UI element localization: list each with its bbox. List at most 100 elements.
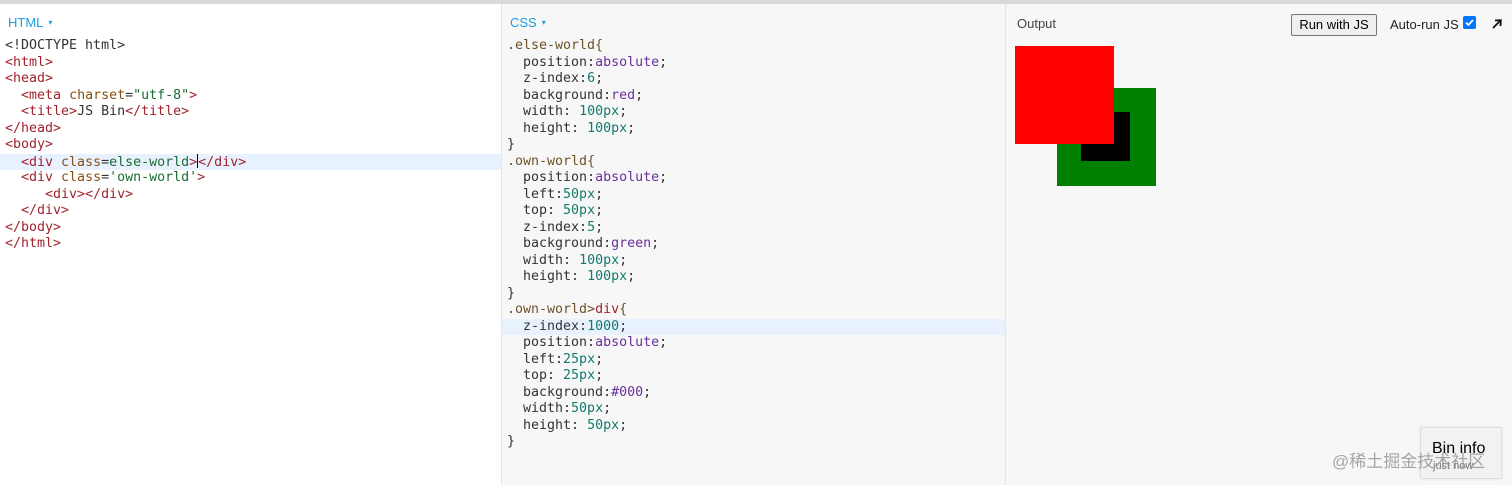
code-token: ; — [595, 203, 604, 218]
code-token: ; — [619, 318, 628, 334]
html-code-line[interactable]: </body> — [0, 220, 501, 237]
html-code-line[interactable]: <head> — [0, 71, 501, 88]
css-pane[interactable]: CSS ▾ .else-world{ position:absolute; z-i… — [502, 4, 1006, 485]
css-pane-label: CSS — [510, 15, 537, 30]
html-code-line[interactable]: <body> — [0, 137, 501, 154]
code-token: green — [611, 236, 652, 251]
code-token: ; — [595, 71, 604, 86]
css-code-line[interactable]: width: 100px; — [502, 104, 1005, 121]
code-token: ; — [635, 87, 644, 103]
css-code-line[interactable]: height: 100px; — [502, 121, 1005, 138]
code-token: charset — [69, 87, 126, 103]
css-code-editor[interactable]: .else-world{ position:absolute; z-index:… — [502, 38, 1005, 451]
html-code-line[interactable]: </div> — [0, 203, 501, 220]
checkmark-icon — [1465, 19, 1474, 27]
code-token: absolute — [595, 170, 660, 185]
code-token: } — [507, 285, 516, 301]
code-token: 50px — [563, 186, 596, 202]
css-code-line[interactable]: .own-world{ — [502, 154, 1005, 171]
run-with-js-button[interactable]: Run with JS — [1291, 14, 1377, 36]
html-code-line[interactable]: </html> — [0, 236, 501, 253]
code-token: ; — [659, 170, 668, 185]
code-token: ; — [619, 252, 628, 268]
code-token: ; — [595, 186, 604, 202]
html-code-line[interactable]: <div class='own-world'> — [0, 170, 501, 187]
code-token: </body> — [5, 219, 62, 235]
code-token: background: — [507, 87, 612, 103]
html-code-line[interactable]: <html> — [0, 55, 501, 72]
html-code-line[interactable]: </head> — [0, 121, 501, 138]
css-code-line[interactable]: z-index:5; — [502, 220, 1005, 237]
code-token: 50px — [587, 417, 620, 433]
code-token: background: — [507, 236, 612, 251]
code-token: div — [595, 302, 620, 317]
html-code-line[interactable]: <!DOCTYPE html> — [0, 38, 501, 55]
html-code-line[interactable]: <meta charset="utf-8"> — [0, 88, 501, 105]
code-token: 1000 — [587, 318, 620, 334]
css-code-line[interactable]: height: 50px; — [502, 418, 1005, 435]
watermark: @稀土掘金技术社区 — [1332, 452, 1486, 471]
code-token: position: — [507, 335, 596, 350]
code-token: ; — [603, 401, 612, 416]
css-code-line[interactable]: } — [502, 434, 1005, 451]
css-code-line[interactable]: width: 100px; — [502, 253, 1005, 270]
code-token: class — [61, 154, 102, 170]
code-token: </html> — [5, 236, 62, 251]
code-token: ; — [619, 417, 628, 433]
css-code-line[interactable]: position:absolute; — [502, 170, 1005, 187]
css-code-line[interactable]: background:red; — [502, 88, 1005, 105]
css-code-line[interactable]: top: 50px; — [502, 203, 1005, 220]
code-token: 'own-world' — [109, 170, 198, 185]
code-token: 100px — [579, 104, 620, 119]
code-token: #000 — [611, 384, 644, 400]
code-token: width: — [507, 252, 580, 268]
code-token: ; — [595, 351, 604, 367]
css-code-line[interactable]: top: 25px; — [502, 368, 1005, 385]
code-token: <div></div> — [45, 186, 134, 202]
code-token: > — [189, 154, 198, 170]
else-world-box — [1015, 46, 1114, 144]
css-code-line[interactable]: background:#000; — [502, 385, 1005, 402]
code-token: <head> — [5, 71, 54, 86]
arrow-up-right-icon[interactable] — [1491, 17, 1503, 35]
html-code-line[interactable]: <div class=else-world></div> — [0, 153, 501, 170]
code-token: left: — [507, 351, 564, 367]
css-pane-title[interactable]: CSS ▾ — [510, 15, 546, 30]
code-token: <html> — [5, 54, 54, 70]
css-code-line[interactable]: .own-world>div{ — [502, 302, 1005, 319]
css-code-line[interactable]: background:green; — [502, 236, 1005, 253]
css-code-line[interactable]: left:25px; — [502, 352, 1005, 369]
code-token: > — [197, 170, 206, 185]
css-code-line[interactable]: position:absolute; — [502, 335, 1005, 352]
css-code-line[interactable]: z-index:1000; — [502, 318, 1005, 335]
html-code-line[interactable]: <div></div> — [0, 187, 501, 204]
code-token: left: — [507, 186, 564, 202]
code-token: ; — [643, 384, 652, 400]
css-code-line[interactable]: width:50px; — [502, 401, 1005, 418]
css-code-line[interactable]: .else-world{ — [502, 38, 1005, 55]
css-code-line[interactable]: z-index:6; — [502, 71, 1005, 88]
html-pane-label: HTML — [8, 15, 44, 30]
css-code-line[interactable]: position:absolute; — [502, 55, 1005, 72]
code-token: ; — [595, 368, 604, 383]
code-token: ; — [595, 219, 604, 235]
code-token: height: — [507, 417, 588, 433]
code-token: .own-world> — [507, 302, 596, 317]
html-code-line[interactable]: <title>JS Bin</title> — [0, 104, 501, 121]
code-token: z-index: — [507, 219, 588, 235]
html-pane-title[interactable]: HTML ▾ — [8, 15, 52, 30]
chevron-down-icon: ▾ — [48, 18, 53, 27]
code-token: </title> — [125, 104, 190, 119]
css-code-line[interactable]: } — [502, 137, 1005, 154]
css-code-line[interactable]: height: 100px; — [502, 269, 1005, 286]
code-token: <title> — [21, 104, 78, 119]
css-code-line[interactable]: } — [502, 286, 1005, 303]
html-pane[interactable]: HTML ▾ <!DOCTYPE html> <html> <head> <meta … — [0, 4, 502, 485]
css-code-line[interactable]: left:50px; — [502, 187, 1005, 204]
html-code-editor[interactable]: <!DOCTYPE html> <html> <head> <meta charse… — [0, 38, 501, 253]
autorun-checkbox[interactable] — [1463, 16, 1476, 29]
